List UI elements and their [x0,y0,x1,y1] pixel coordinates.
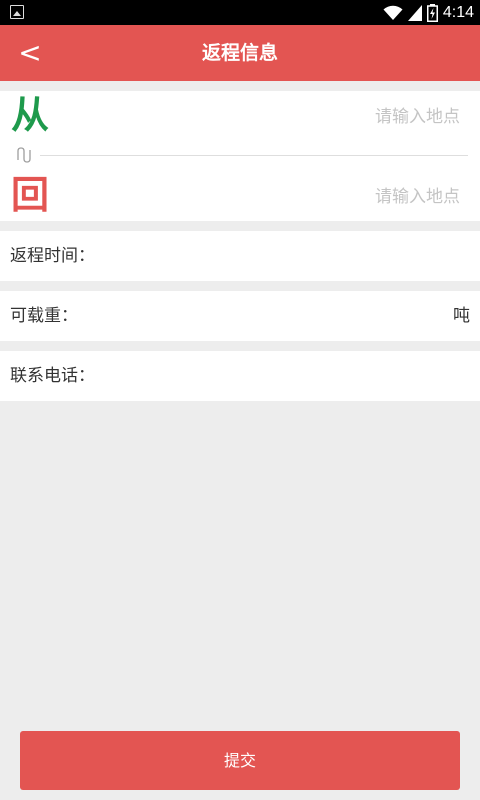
return-location-input[interactable] [160,177,460,217]
page-title: 返程信息 [201,42,278,64]
image-notification-icon [10,5,24,19]
capacity-unit: 吨 [453,306,470,326]
capacity-row[interactable]: 可载重： 吨 [0,291,480,341]
phone-input[interactable] [100,356,440,396]
status-icons: 4:14 [383,2,474,23]
capacity-input[interactable] [100,296,440,336]
return-time-row[interactable]: 返程时间： [0,231,480,281]
wifi-icon [383,5,403,20]
return-time-label: 返程时间： [10,246,95,266]
phone-label: 联系电话： [10,366,95,386]
submit-button[interactable]: 提交 [20,731,460,790]
return-icon: 回 [10,173,49,217]
battery-icon [426,3,438,22]
phone-row[interactable]: 联系电话： [0,351,480,401]
capacity-label: 可载重： [10,306,78,326]
signal-icon [407,4,422,21]
status-bar: 4:14 [0,0,480,25]
route-card: 从 回 [0,91,480,221]
app-header: < 返程信息 [0,25,480,81]
from-location-input[interactable] [160,97,460,137]
return-time-input[interactable] [100,236,440,276]
swap-icon[interactable] [16,147,34,163]
clock: 4:14 [442,3,474,21]
route-divider [40,155,468,156]
from-icon: 从 [10,93,49,137]
